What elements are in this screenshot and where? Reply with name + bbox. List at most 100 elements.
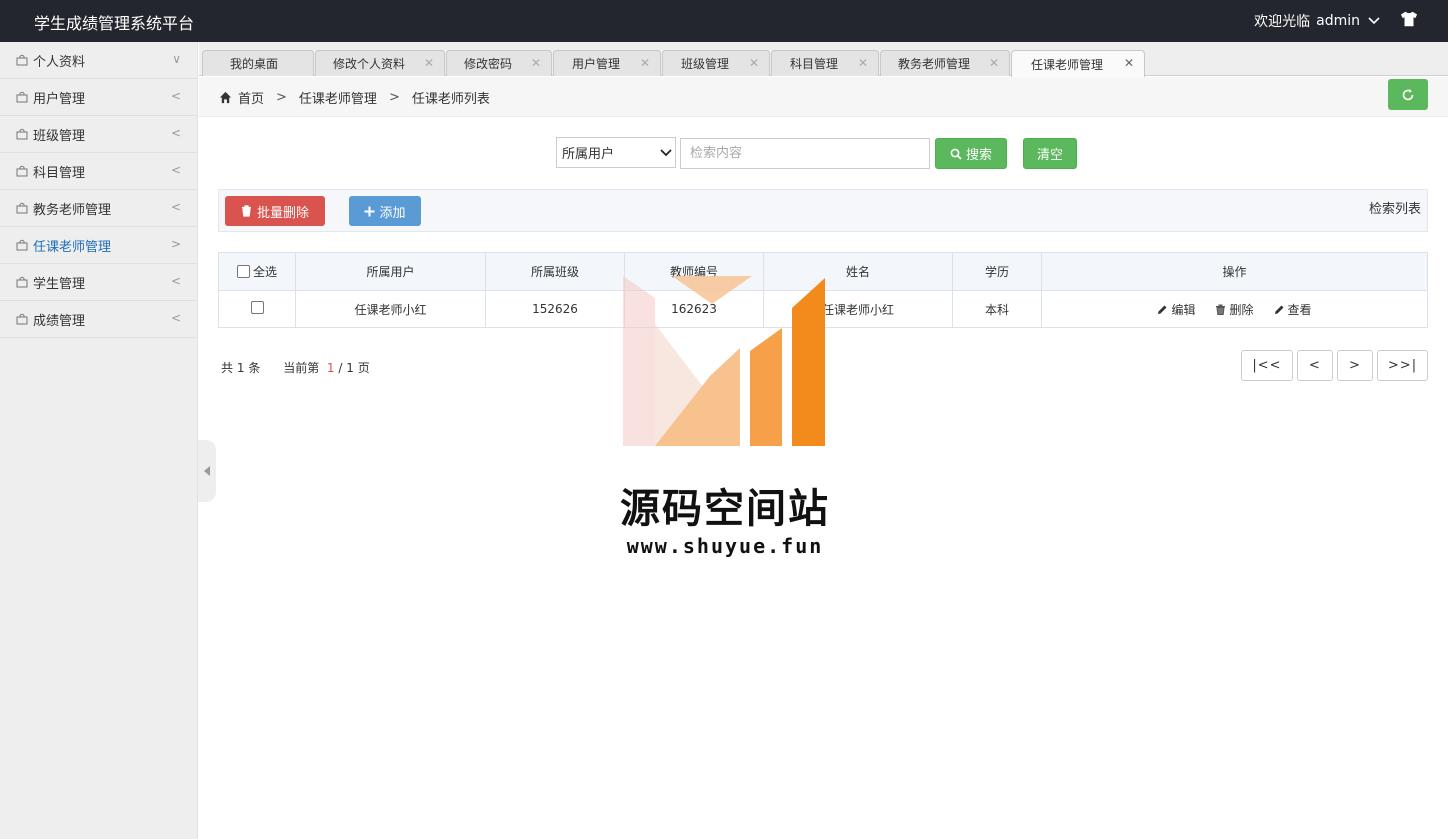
- close-icon[interactable]: ✕: [1124, 56, 1134, 70]
- delete-button[interactable]: 删除: [1215, 301, 1254, 318]
- plus-icon: [364, 206, 375, 216]
- cell-name: 任课老师小红: [763, 290, 953, 328]
- tab-label: 用户管理: [571, 57, 620, 71]
- bag-icon: [16, 313, 28, 325]
- breadcrumb-separator: >: [276, 90, 287, 105]
- chevron-left-icon: <: [170, 126, 181, 140]
- breadcrumb-level1[interactable]: 任课老师管理: [299, 88, 377, 107]
- select-all-header: 全选: [218, 252, 296, 291]
- breadcrumb-separator: >: [388, 90, 400, 105]
- sidebar-item-label: 班级管理: [33, 128, 86, 144]
- search-icon: [950, 148, 962, 160]
- edit-button[interactable]: 编辑: [1157, 301, 1195, 318]
- bag-icon: [16, 202, 28, 214]
- column-header-user: 所属用户: [295, 252, 486, 291]
- bag-icon: [16, 91, 28, 103]
- close-icon[interactable]: ✕: [531, 56, 541, 70]
- tab-subject-management[interactable]: 科目管理 ✕: [771, 50, 879, 76]
- current-prefix: 当前第: [283, 361, 320, 375]
- chevron-left-icon: <: [170, 89, 181, 103]
- column-header-teacher-no: 教师编号: [624, 252, 764, 291]
- tab-course-teacher-management[interactable]: 任课老师管理 ✕: [1011, 50, 1145, 77]
- home-icon: [219, 91, 232, 104]
- tab-label: 任课老师管理: [1030, 57, 1103, 72]
- sidebar-item-label: 用户管理: [33, 91, 86, 107]
- pagination: |<< < > >>|: [1241, 350, 1428, 381]
- current-page: 1: [326, 361, 335, 375]
- cell-education: 本科: [952, 290, 1042, 328]
- page-separator: /: [338, 361, 343, 375]
- close-icon[interactable]: ✕: [858, 56, 868, 70]
- select-all-checkbox[interactable]: [236, 264, 250, 278]
- last-page-button[interactable]: >>|: [1377, 350, 1428, 381]
- next-page-button[interactable]: >: [1337, 350, 1373, 381]
- sidebar-item-label: 学生管理: [33, 276, 86, 292]
- view-label: 查看: [1287, 302, 1312, 317]
- sidebar-item-classes[interactable]: 班级管理 <: [0, 116, 197, 153]
- tab-edit-profile[interactable]: 修改个人资料 ✕: [315, 50, 445, 76]
- sidebar-item-academic-teachers[interactable]: 教务老师管理 <: [0, 190, 197, 227]
- sidebar-item-label: 教务老师管理: [33, 202, 112, 218]
- close-icon[interactable]: ✕: [749, 56, 759, 70]
- bag-icon: [16, 54, 28, 66]
- edit-label: 编辑: [1171, 302, 1196, 317]
- refresh-button[interactable]: [1388, 79, 1428, 110]
- chevron-left-icon: <: [170, 163, 181, 177]
- first-page-button[interactable]: |<<: [1241, 350, 1293, 381]
- close-icon[interactable]: ✕: [989, 56, 999, 70]
- clear-button[interactable]: 清空: [1023, 138, 1077, 169]
- search-field-select[interactable]: 所属用户: [556, 137, 676, 168]
- pencil-icon: [1158, 305, 1167, 314]
- prev-page-button[interactable]: <: [1297, 350, 1333, 381]
- bag-icon: [16, 276, 28, 288]
- sidebar-item-label: 任课老师管理: [33, 239, 112, 255]
- cell-class: 152626: [485, 290, 625, 328]
- row-checkbox-cell: [218, 290, 296, 328]
- tab-label: 我的桌面: [229, 57, 278, 71]
- tab-class-management[interactable]: 班级管理 ✕: [662, 50, 770, 76]
- tab-label: 修改个人资料: [332, 57, 405, 71]
- username[interactable]: admin: [1316, 13, 1360, 29]
- sidebar-item-label: 成绩管理: [33, 313, 86, 329]
- breadcrumb: 首页 > 任课老师管理 > 任课老师列表: [219, 88, 490, 107]
- view-button[interactable]: 查看: [1274, 301, 1312, 318]
- chevron-down-icon: ∨: [172, 52, 181, 66]
- triangle-left-icon: [204, 466, 210, 476]
- watermark-url: www.shuyue.fun: [626, 534, 824, 558]
- sidebar-item-grades[interactable]: 成绩管理 <: [0, 301, 197, 338]
- sidebar-item-subjects[interactable]: 科目管理 <: [0, 153, 197, 190]
- user-menu[interactable]: 欢迎光临 admin: [1254, 11, 1380, 31]
- welcome-text: 欢迎光临: [1254, 14, 1311, 30]
- chevron-left-icon: <: [170, 311, 181, 325]
- search-input[interactable]: [680, 138, 930, 169]
- tab-bar: 我的桌面 修改个人资料 ✕ 修改密码 ✕ 用户管理 ✕ 班级管理 ✕ 科目管理 …: [199, 42, 1448, 77]
- chevron-right-icon: >: [170, 237, 181, 251]
- column-header-name: 姓名: [763, 252, 953, 291]
- add-button[interactable]: 添加: [349, 196, 421, 226]
- theme-shirt-icon[interactable]: [1400, 10, 1418, 28]
- cell-user: 任课老师小红: [295, 290, 486, 328]
- chevron-down-icon[interactable]: [1368, 17, 1380, 25]
- sidebar-item-students[interactable]: 学生管理 <: [0, 264, 197, 301]
- breadcrumb-home[interactable]: 首页: [238, 88, 264, 107]
- search-field-value: 所属用户: [562, 147, 615, 162]
- column-header-actions: 操作: [1041, 252, 1428, 291]
- page-suffix: 页: [357, 361, 370, 375]
- sidebar-item-profile[interactable]: 个人资料 ∨: [0, 42, 197, 79]
- search-button[interactable]: 搜索: [935, 138, 1007, 169]
- refresh-icon: [1402, 88, 1414, 100]
- table-row: 任课老师小红 152626 162623 任课老师小红 本科 编辑 删除 查看: [218, 290, 1428, 328]
- list-title: 检索列表: [1368, 202, 1421, 217]
- tab-change-password[interactable]: 修改密码 ✕: [446, 50, 552, 76]
- row-checkbox[interactable]: [250, 301, 264, 314]
- close-icon[interactable]: ✕: [640, 56, 650, 70]
- tab-desktop[interactable]: 我的桌面: [202, 50, 314, 76]
- batch-delete-button[interactable]: 批量删除: [225, 196, 325, 226]
- tab-academic-teacher-management[interactable]: 教务老师管理 ✕: [880, 50, 1010, 76]
- sidebar-item-course-teachers[interactable]: 任课老师管理 >: [0, 227, 197, 264]
- sidebar-item-users[interactable]: 用户管理 <: [0, 79, 197, 116]
- sidebar-collapse-handle[interactable]: [198, 440, 216, 502]
- tab-label: 班级管理: [680, 57, 729, 71]
- close-icon[interactable]: ✕: [424, 56, 434, 70]
- tab-user-management[interactable]: 用户管理 ✕: [553, 50, 661, 76]
